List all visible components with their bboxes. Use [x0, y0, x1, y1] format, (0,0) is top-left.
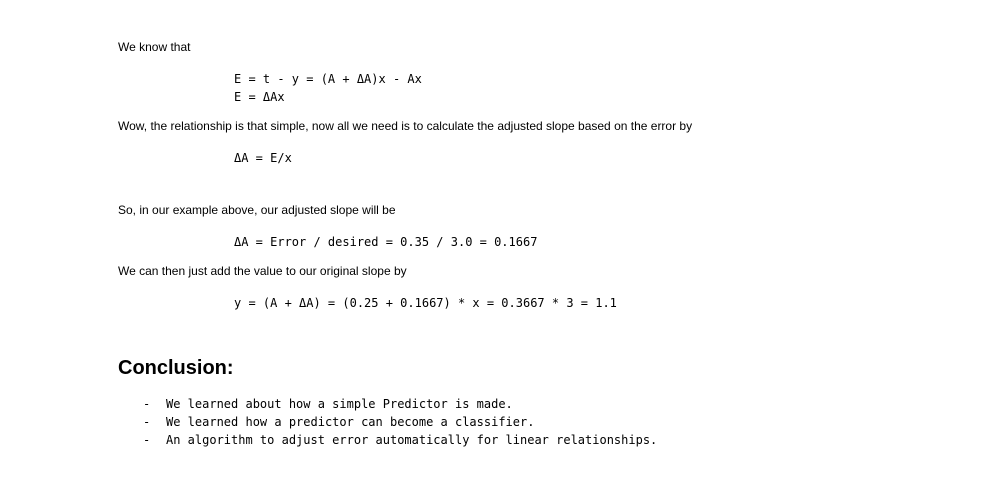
- list-bullet: -: [143, 433, 151, 447]
- list-item: - An algorithm to adjust error automatica…: [143, 431, 657, 449]
- list-item-text: We learned how a predictor can become a …: [166, 415, 535, 429]
- paragraph-we-know-that: We know that: [118, 40, 191, 54]
- list-bullet: -: [143, 415, 151, 429]
- list-item-text: We learned about how a simple Predictor …: [166, 397, 513, 411]
- paragraph-example: So, in our example above, our adjusted s…: [118, 203, 396, 217]
- equation-error-simplified: E = ΔAx: [234, 90, 285, 104]
- list-item-text: An algorithm to adjust error automatical…: [166, 433, 658, 447]
- paragraph-add-value: We can then just add the value to our or…: [118, 264, 407, 278]
- list-bullet: -: [143, 397, 151, 411]
- list-item: - We learned about how a simple Predictor…: [143, 395, 657, 413]
- conclusion-list: - We learned about how a simple Predictor…: [143, 395, 657, 449]
- list-item: - We learned how a predictor can become a…: [143, 413, 657, 431]
- equation-error-expansion: E = t - y = (A + ΔA)x - Ax: [234, 72, 422, 86]
- equation-delta-a-example: ΔA = Error / desired = 0.35 / 3.0 = 0.16…: [234, 235, 538, 249]
- paragraph-relationship: Wow, the relationship is that simple, no…: [118, 119, 693, 133]
- equation-delta-a: ΔA = E/x: [234, 151, 292, 165]
- equation-new-slope: y = (A + ΔA) = (0.25 + 0.1667) * x = 0.3…: [234, 296, 617, 310]
- conclusion-heading: Conclusion:: [118, 357, 234, 379]
